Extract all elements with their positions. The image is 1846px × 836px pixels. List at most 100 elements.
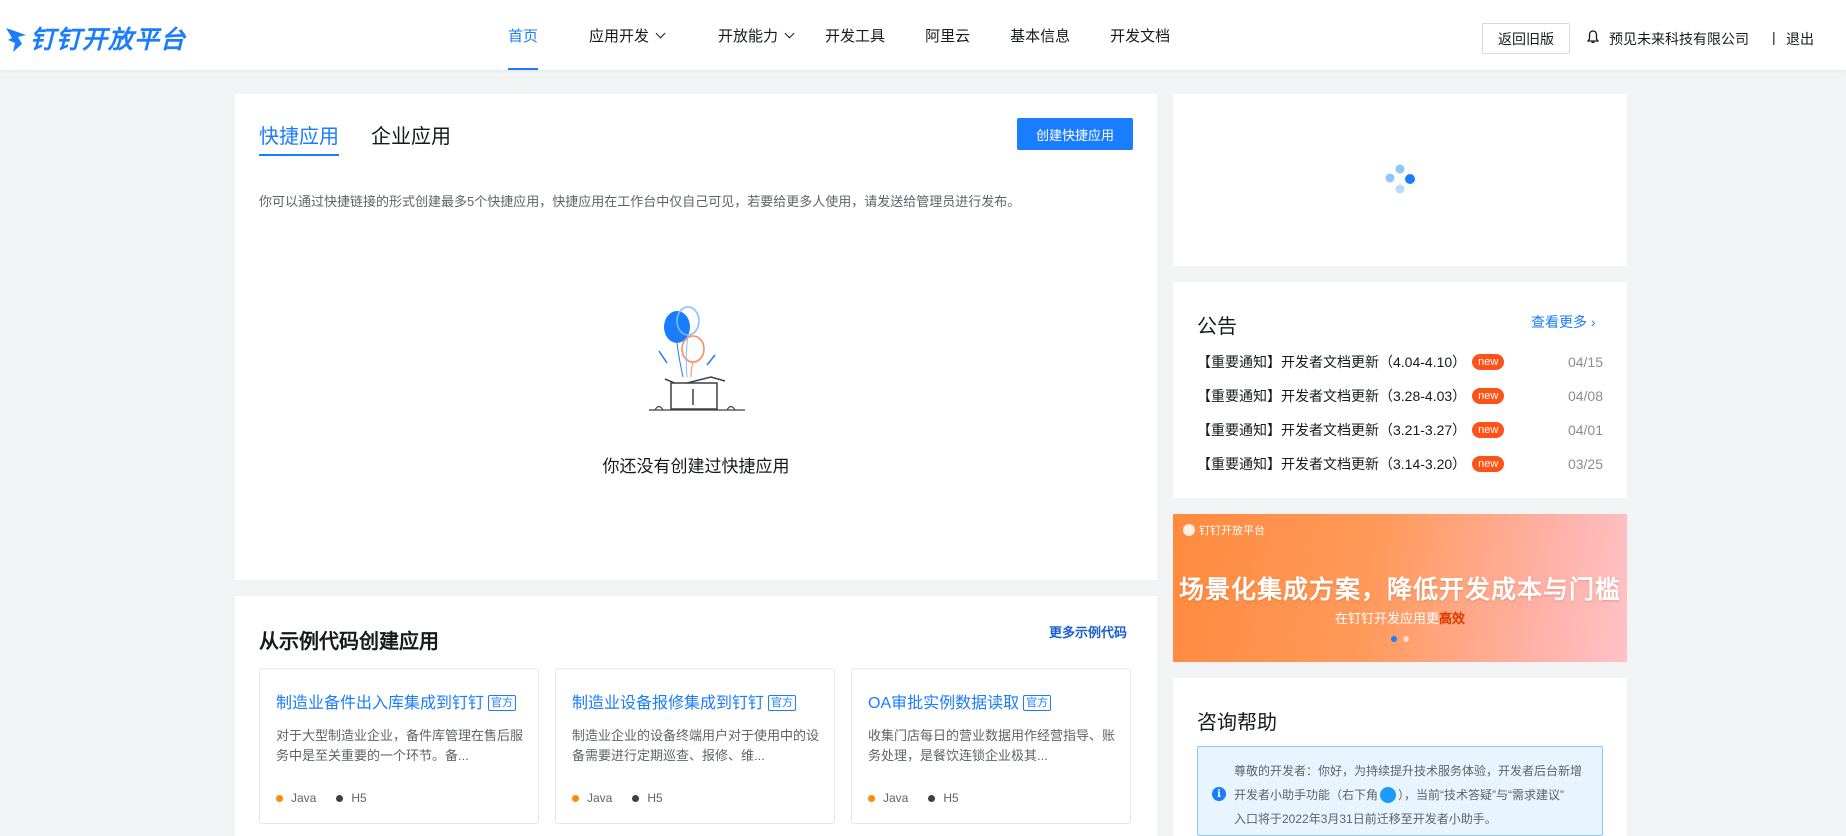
notice-more-link[interactable]: 查看更多 › bbox=[1531, 312, 1596, 332]
company-name[interactable]: 预见未来科技有限公司 bbox=[1609, 29, 1749, 49]
official-badge: 官方 bbox=[1023, 695, 1052, 711]
java-dot-icon bbox=[572, 794, 579, 802]
nav-aliyun-label: 阿里云 bbox=[925, 27, 971, 45]
nav-home[interactable]: 首页 bbox=[508, 0, 539, 70]
tag-label: H5 bbox=[943, 791, 959, 805]
nav-docs[interactable]: 开发文档 bbox=[1110, 0, 1170, 70]
sample-title[interactable]: 制造业备件出入库集成到钉钉 官方 bbox=[276, 689, 517, 713]
sample-title[interactable]: OA审批实例数据读取 官方 bbox=[868, 689, 1052, 713]
samples-title: 从示例代码创建应用 bbox=[259, 631, 439, 653]
sample-card[interactable]: 制造业设备报修集成到钉钉 官方 制造业企业的设备终端用户对于使用中的设备需要进行定… bbox=[555, 668, 835, 824]
banner-logo: 钉钉开放平台 bbox=[1183, 522, 1265, 538]
quick-apps-card: 快捷应用 企业应用 创建快捷应用 你可以通过快捷链接的形式创建最多5个快捷应用，… bbox=[235, 94, 1157, 580]
notice-item[interactable]: 【重要通知】开发者文档更新（4.04-4.10） new 04/15 bbox=[1197, 352, 1603, 372]
help-info-box: i 尊敬的开发者：你好，为持续提升技术服务体验，开发者后台新增 开发者小助手功能… bbox=[1197, 746, 1603, 836]
logout-link[interactable]: 退出 bbox=[1786, 29, 1814, 49]
sample-title-text: OA审批实例数据读取 bbox=[868, 695, 1020, 712]
samples-card: 从示例代码创建应用 更多示例代码 制造业备件出入库集成到钉钉 官方 对于大型制造业… bbox=[235, 596, 1157, 836]
notice-text: 【重要通知】开发者文档更新（3.21-3.27） bbox=[1197, 422, 1467, 438]
tag-java: Java bbox=[276, 791, 316, 805]
top-header: 钉钉开放平台 首页 应用开发 开放能力 开发工具 阿里云 基本信息 开发文档 返… bbox=[0, 0, 1846, 70]
main-nav: 首页 应用开发 开放能力 开发工具 阿里云 基本信息 开发文档 bbox=[508, 0, 1170, 70]
h5-dot-icon bbox=[336, 794, 344, 802]
java-dot-icon bbox=[868, 794, 875, 802]
sample-title-text: 制造业设备报修集成到钉钉 bbox=[572, 695, 765, 712]
bell-icon[interactable] bbox=[1587, 30, 1599, 44]
official-badge: 官方 bbox=[488, 695, 517, 711]
dingtalk-logo-icon bbox=[6, 28, 26, 52]
help-line: 入口将于2022年3月31日前迁移至开发者小助手。 bbox=[1234, 812, 1497, 826]
nav-basic-info-label: 基本信息 bbox=[1010, 27, 1071, 45]
notice-card: 公告 查看更多 › 【重要通知】开发者文档更新（4.04-4.10） new 0… bbox=[1173, 282, 1627, 498]
new-badge: new bbox=[1472, 388, 1505, 404]
tag-label: Java bbox=[291, 791, 317, 805]
logo-text: 钉钉开放平台 bbox=[30, 26, 187, 54]
tag-java: Java bbox=[868, 791, 908, 805]
sample-desc: 对于大型制造业企业，备件库管理在售后服务中是至关重要的一个环节。备... bbox=[276, 728, 524, 763]
tag-h5: H5 bbox=[336, 791, 367, 805]
notice-item[interactable]: 【重要通知】开发者文档更新（3.28-4.03） new 04/08 bbox=[1197, 386, 1603, 406]
sample-desc: 制造业企业的设备终端用户对于使用中的设备需要进行定期巡查、报修、维... bbox=[572, 728, 820, 763]
help-line: 开发者小助手功能（右下角 ），当前“技术答疑”与“需求建议” bbox=[1234, 783, 1596, 807]
assistant-icon bbox=[1380, 787, 1397, 803]
create-quick-app-button[interactable]: 创建快捷应用 bbox=[1017, 118, 1133, 150]
h5-dot-icon bbox=[928, 794, 936, 802]
chevron-down-icon bbox=[784, 28, 795, 38]
tab-quick-apps[interactable]: 快捷应用 bbox=[259, 120, 339, 149]
nav-app-dev[interactable]: 应用开发 bbox=[589, 0, 666, 70]
notice-item[interactable]: 【重要通知】开发者文档更新（3.21-3.27） new 04/01 bbox=[1197, 420, 1603, 440]
help-line-part: 开发者小助手功能（右下角 bbox=[1234, 788, 1379, 802]
tag-h5: H5 bbox=[632, 791, 663, 805]
header-separator: | bbox=[1772, 29, 1776, 45]
sample-tags: Java H5 bbox=[572, 791, 683, 805]
help-line-part: ），当前“技术答疑”与“需求建议” bbox=[1398, 788, 1565, 802]
banner-subtitle: 在钉钉开发应用更高效 bbox=[1173, 608, 1627, 627]
carousel-dots bbox=[1391, 636, 1415, 642]
nav-open-capability[interactable]: 开放能力 bbox=[718, 0, 795, 70]
notice-text: 【重要通知】开发者文档更新（3.28-4.03） bbox=[1197, 388, 1467, 404]
quick-apps-intro: 你可以通过快捷链接的形式创建最多5个快捷应用，快捷应用在工作台中仅自己可见，若要… bbox=[259, 194, 1021, 209]
sample-desc: 收集门店每日的营业数据用作经营指导、账务处理，是餐饮连锁企业极其... bbox=[868, 728, 1116, 763]
nav-basic-info[interactable]: 基本信息 bbox=[1010, 0, 1070, 70]
carousel-dot-active[interactable] bbox=[1391, 636, 1397, 642]
sample-title[interactable]: 制造业设备报修集成到钉钉 官方 bbox=[572, 689, 797, 713]
tab-enterprise-apps[interactable]: 企业应用 bbox=[371, 120, 451, 149]
more-samples-link[interactable]: 更多示例代码 bbox=[1049, 622, 1127, 641]
notice-date: 04/08 bbox=[1567, 388, 1603, 404]
nav-dev-tools-label: 开发工具 bbox=[825, 27, 886, 45]
carousel-dot[interactable] bbox=[1403, 636, 1409, 642]
nav-home-label: 首页 bbox=[508, 27, 539, 45]
empty-state-text: 你还没有创建过快捷应用 bbox=[602, 457, 790, 476]
new-badge: new bbox=[1472, 456, 1505, 472]
sample-card[interactable]: 制造业备件出入库集成到钉钉 官方 对于大型制造业企业，备件库管理在售后服务中是至关… bbox=[259, 668, 539, 824]
banner-sub-prefix: 在钉钉开发应用更 bbox=[1334, 611, 1439, 626]
nav-app-dev-label: 应用开发 bbox=[589, 27, 650, 45]
notice-more-label: 查看更多 bbox=[1531, 314, 1587, 330]
tag-h5: H5 bbox=[928, 791, 959, 805]
nav-dev-tools[interactable]: 开发工具 bbox=[825, 0, 885, 70]
nav-aliyun[interactable]: 阿里云 bbox=[925, 0, 970, 70]
sample-card[interactable]: OA审批实例数据读取 官方 收集门店每日的营业数据用作经营指导、账务处理，是餐饮连… bbox=[851, 668, 1131, 824]
tag-label: Java bbox=[883, 791, 909, 805]
h5-dot-icon bbox=[632, 794, 640, 802]
promo-banner[interactable]: 钉钉开放平台 场景化集成方案，降低开发成本与门槛 在钉钉开发应用更高效 bbox=[1173, 514, 1627, 662]
notice-text: 【重要通知】开发者文档更新（4.04-4.10） bbox=[1197, 354, 1467, 370]
new-badge: new bbox=[1472, 354, 1505, 370]
sample-tags: Java H5 bbox=[276, 791, 387, 805]
official-badge: 官方 bbox=[768, 695, 797, 711]
loading-card bbox=[1173, 94, 1627, 266]
banner-logo-text: 钉钉开放平台 bbox=[1199, 525, 1265, 537]
balloons-box-illustration bbox=[649, 306, 745, 411]
help-line: 尊敬的开发者：你好，为持续提升技术服务体验，开发者后台新增 bbox=[1234, 764, 1583, 778]
notice-title: 公告 bbox=[1197, 316, 1237, 338]
notice-item[interactable]: 【重要通知】开发者文档更新（3.14-3.20） new 03/25 bbox=[1197, 454, 1603, 474]
logo[interactable]: 钉钉开放平台 bbox=[4, 22, 186, 54]
active-tab-indicator bbox=[259, 154, 339, 156]
chevron-down-icon bbox=[655, 28, 666, 38]
help-card: 咨询帮助 i 尊敬的开发者：你好，为持续提升技术服务体验，开发者后台新增 开发者… bbox=[1173, 678, 1627, 836]
tag-java: Java bbox=[572, 791, 612, 805]
notice-date: 04/01 bbox=[1567, 422, 1603, 438]
old-version-button[interactable]: 返回旧版 bbox=[1482, 23, 1570, 54]
tag-label: Java bbox=[587, 791, 613, 805]
info-icon: i bbox=[1212, 787, 1226, 801]
